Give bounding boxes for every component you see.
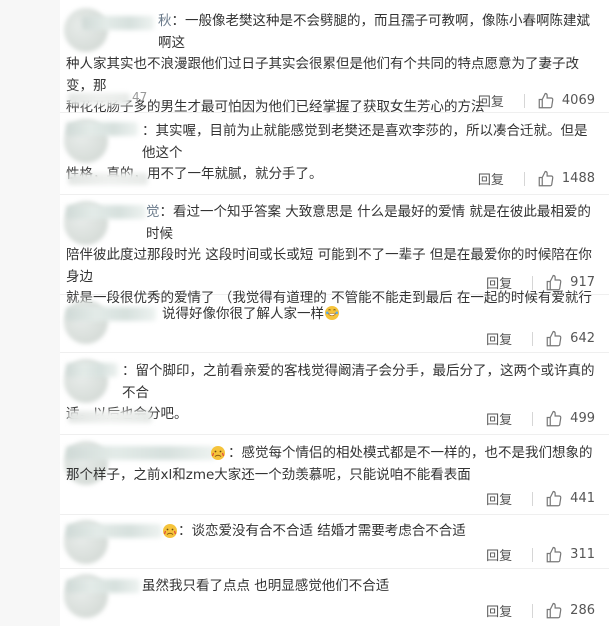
comment-item: 说得好像你很了解人家一样 回复 642 xyxy=(60,295,609,353)
reply-button[interactable]: 回复 xyxy=(486,329,512,348)
reply-button[interactable]: 回复 xyxy=(478,91,504,110)
comment-actions: 回复 286 xyxy=(486,601,595,620)
like-count: 441 xyxy=(570,491,595,506)
timestamp-blurred xyxy=(68,173,148,185)
reply-button[interactable]: 回复 xyxy=(486,409,512,428)
reply-button[interactable]: 回复 xyxy=(486,489,512,508)
like-button[interactable]: 642 xyxy=(545,330,595,348)
crying-face-icon xyxy=(163,524,177,538)
comment-actions: 回复 4069 xyxy=(478,91,595,110)
comment-text: 虽然我只看了点点 也明显感觉他们不合适 xyxy=(142,578,390,594)
comment-actions: 回复 917 xyxy=(486,273,595,292)
divider xyxy=(532,275,534,290)
like-button[interactable]: 499 xyxy=(545,410,595,428)
comment-item: ：其实喔，目前为止就能感觉到老樊还是喜欢李莎的，所以凑合迁就。但是他这个 性格，… xyxy=(60,113,609,195)
comment-text: ：感觉每个情侣的相处模式都是不一样的，也不是我们想象的 那个样子，之前xl和zm… xyxy=(66,445,593,483)
reply-button[interactable]: 回复 xyxy=(486,545,512,564)
thumbs-up-icon xyxy=(546,330,562,346)
like-count: 642 xyxy=(570,331,595,346)
thumbs-up-icon xyxy=(546,602,562,618)
thumbs-up-icon xyxy=(546,274,562,290)
like-button[interactable]: 917 xyxy=(545,274,595,292)
like-button[interactable]: 311 xyxy=(545,546,595,564)
divider xyxy=(532,331,534,346)
timestamp-blurred xyxy=(68,411,152,423)
comment-item: 虽然我只看了点点 也明显感觉他们不合适 回复 286 xyxy=(60,569,609,626)
comment-actions: 回复 642 xyxy=(486,329,595,348)
like-button[interactable]: 4069 xyxy=(537,92,595,110)
grinning-face-icon xyxy=(325,306,339,320)
comment-item: 觉：看过一个知乎答案 大致意思是 什么是最好的爱情 就是在彼此最相爱的时候 陪伴… xyxy=(60,195,609,306)
comment-item: ：谈恋爱没有合不合适 结婚才需要考虑合不合适 回复 311 xyxy=(60,515,609,569)
divider xyxy=(523,93,525,108)
crying-face-icon xyxy=(211,446,225,460)
comment-text: 觉：看过一个知乎答案 大致意思是 什么是最好的爱情 就是在彼此最相爱的时候 陪伴… xyxy=(66,204,592,306)
comment-actions: 回复 441 xyxy=(486,489,595,508)
comment-actions: 回复 499 xyxy=(486,409,595,428)
like-count: 4069 xyxy=(561,93,595,108)
divider xyxy=(532,603,534,618)
reply-button[interactable]: 回复 xyxy=(478,169,504,188)
divider xyxy=(532,547,534,562)
divider xyxy=(523,171,525,186)
reply-button[interactable]: 回复 xyxy=(486,273,512,292)
like-button[interactable]: 286 xyxy=(545,602,595,620)
comment-text: 说得好像你很了解人家一样 xyxy=(66,304,597,326)
thumbs-up-icon xyxy=(546,410,562,426)
thumbs-up-icon xyxy=(546,546,562,562)
like-count: 311 xyxy=(570,547,595,562)
comment-item: 秋：一般像老樊这种是不会劈腿的，而且孺子可教啊，像陈小春啊陈建斌啊这 种人家其实… xyxy=(60,0,609,115)
divider xyxy=(532,491,534,506)
like-count: 1488 xyxy=(561,171,595,186)
thumbs-up-icon xyxy=(538,170,554,186)
like-count: 286 xyxy=(570,603,595,618)
timestamp-tail: 47 xyxy=(132,90,148,104)
like-count: 917 xyxy=(570,275,595,290)
reply-button[interactable]: 回复 xyxy=(486,601,512,620)
comment-actions: 回复 311 xyxy=(486,545,595,564)
timestamp-blurred xyxy=(68,93,130,105)
left-blur-mask xyxy=(0,0,60,626)
like-button[interactable]: 441 xyxy=(545,490,595,508)
comment-actions: 回复 1488 xyxy=(478,169,595,188)
comment-item: ：留个脚印，之前看亲爱的客栈觉得阚清子会分手，最后分了，这两个或许真的不合 适。… xyxy=(60,353,609,435)
comment-text: ：谈恋爱没有合不合适 结婚才需要考虑合不合适 xyxy=(66,521,597,543)
like-count: 499 xyxy=(570,411,595,426)
like-button[interactable]: 1488 xyxy=(537,170,595,188)
divider xyxy=(532,411,534,426)
comment-item: ：感觉每个情侣的相处模式都是不一样的，也不是我们想象的 那个样子，之前xl和zm… xyxy=(60,435,609,515)
thumbs-up-icon xyxy=(546,490,562,506)
thumbs-up-icon xyxy=(538,92,554,108)
